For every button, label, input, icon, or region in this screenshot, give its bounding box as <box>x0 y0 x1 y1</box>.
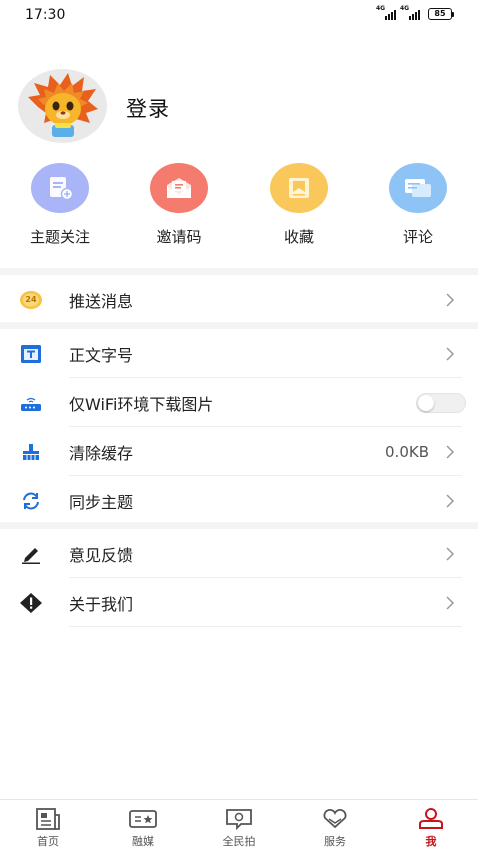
chevron-right-icon <box>446 595 455 610</box>
network-type-label: 4G <box>400 5 410 12</box>
cache-size-value: 0.0KB <box>385 442 429 461</box>
topic-follow-label: 主题关注 <box>29 228 90 246</box>
menu-item-sync-theme[interactable]: 同步主题 <box>0 476 478 525</box>
menu-item-font-size[interactable]: 正文字号 <box>0 329 478 378</box>
tab-label: 我 <box>425 835 437 848</box>
quick-actions: 主题关注 邀请码 收藏 评论 <box>0 163 478 253</box>
chevron-right-icon <box>446 346 455 361</box>
sync-icon <box>18 490 44 512</box>
comment-icon <box>389 163 447 213</box>
news-home-icon <box>36 808 60 830</box>
chevron-right-icon <box>446 444 455 459</box>
status-indicators: 4G 4G 85 <box>376 5 454 20</box>
tab-service[interactable]: 服务 <box>287 800 383 850</box>
router-icon <box>18 392 44 414</box>
chevron-right-icon <box>446 546 455 561</box>
menu-item-wifi-only[interactable]: 仅WiFi环境下载图片 <box>0 378 478 427</box>
chevron-right-icon <box>446 493 455 508</box>
invite-code-button[interactable]: 邀请码 <box>129 163 229 247</box>
media-star-icon <box>129 810 157 828</box>
tab-label: 服务 <box>324 835 346 848</box>
network-type-label: 4G <box>376 5 386 12</box>
pen-edit-icon <box>18 543 44 565</box>
section-divider <box>0 268 478 275</box>
favorites-button[interactable]: 收藏 <box>249 163 349 247</box>
heart-hands-icon <box>323 809 347 829</box>
topic-follow-button[interactable]: 主题关注 <box>10 163 110 247</box>
status-bar: 17:30 4G 4G 85 <box>0 0 478 32</box>
chevron-right-icon <box>446 292 455 307</box>
comment-button[interactable]: 评论 <box>368 163 468 247</box>
wifi-only-toggle[interactable] <box>416 392 466 413</box>
menu-item-clear-cache[interactable]: 清除缓存 0.0KB <box>0 427 478 476</box>
invite-code-icon <box>150 163 208 213</box>
login-button[interactable]: 登录 <box>126 93 170 123</box>
menu-label: 关于我们 <box>69 594 134 614</box>
tab-media[interactable]: 融媒 <box>95 800 191 850</box>
favorites-label: 收藏 <box>283 228 314 246</box>
bottom-tab-bar: 首页 融媒 全民拍 服务 我 <box>0 799 478 850</box>
tab-label: 首页 <box>37 835 59 848</box>
user-profile-icon <box>419 808 443 829</box>
battery-icon: 85 <box>428 8 454 20</box>
tab-label: 融媒 <box>132 835 154 848</box>
signal-icon: 4G <box>400 5 420 20</box>
avatar[interactable] <box>18 69 107 143</box>
broom-icon <box>18 441 44 463</box>
invite-code-label: 邀请码 <box>156 228 202 246</box>
menu-label: 推送消息 <box>69 291 134 311</box>
section-divider <box>0 322 478 329</box>
signal-icon: 4G <box>376 5 396 20</box>
tab-label: 全民拍 <box>222 835 256 848</box>
menu-label: 清除缓存 <box>69 443 134 463</box>
favorites-icon <box>270 163 328 213</box>
tab-me[interactable]: 我 <box>383 800 478 850</box>
status-time: 17:30 <box>25 7 66 23</box>
push-badge-icon: 24 <box>18 289 44 311</box>
menu-item-push[interactable]: 24 推送消息 <box>0 275 478 324</box>
lion-mascot-icon <box>18 69 107 143</box>
menu-label: 正文字号 <box>69 345 134 365</box>
menu-label: 仅WiFi环境下载图片 <box>69 394 214 414</box>
menu-item-about[interactable]: 关于我们 <box>0 578 478 627</box>
menu-item-feedback[interactable]: 意见反馈 <box>0 529 478 578</box>
camera-chat-icon <box>226 809 252 831</box>
menu-label: 同步主题 <box>69 492 134 512</box>
tab-home[interactable]: 首页 <box>0 800 96 850</box>
topic-follow-icon <box>31 163 89 213</box>
tab-citizen-photo[interactable]: 全民拍 <box>191 800 287 850</box>
font-size-icon <box>18 343 44 365</box>
comment-label: 评论 <box>402 228 433 246</box>
menu-label: 意见反馈 <box>69 545 134 565</box>
section-divider <box>0 522 478 529</box>
battery-level: 85 <box>428 8 452 20</box>
push-badge-count: 24 <box>25 295 37 304</box>
info-diamond-icon <box>18 592 44 614</box>
